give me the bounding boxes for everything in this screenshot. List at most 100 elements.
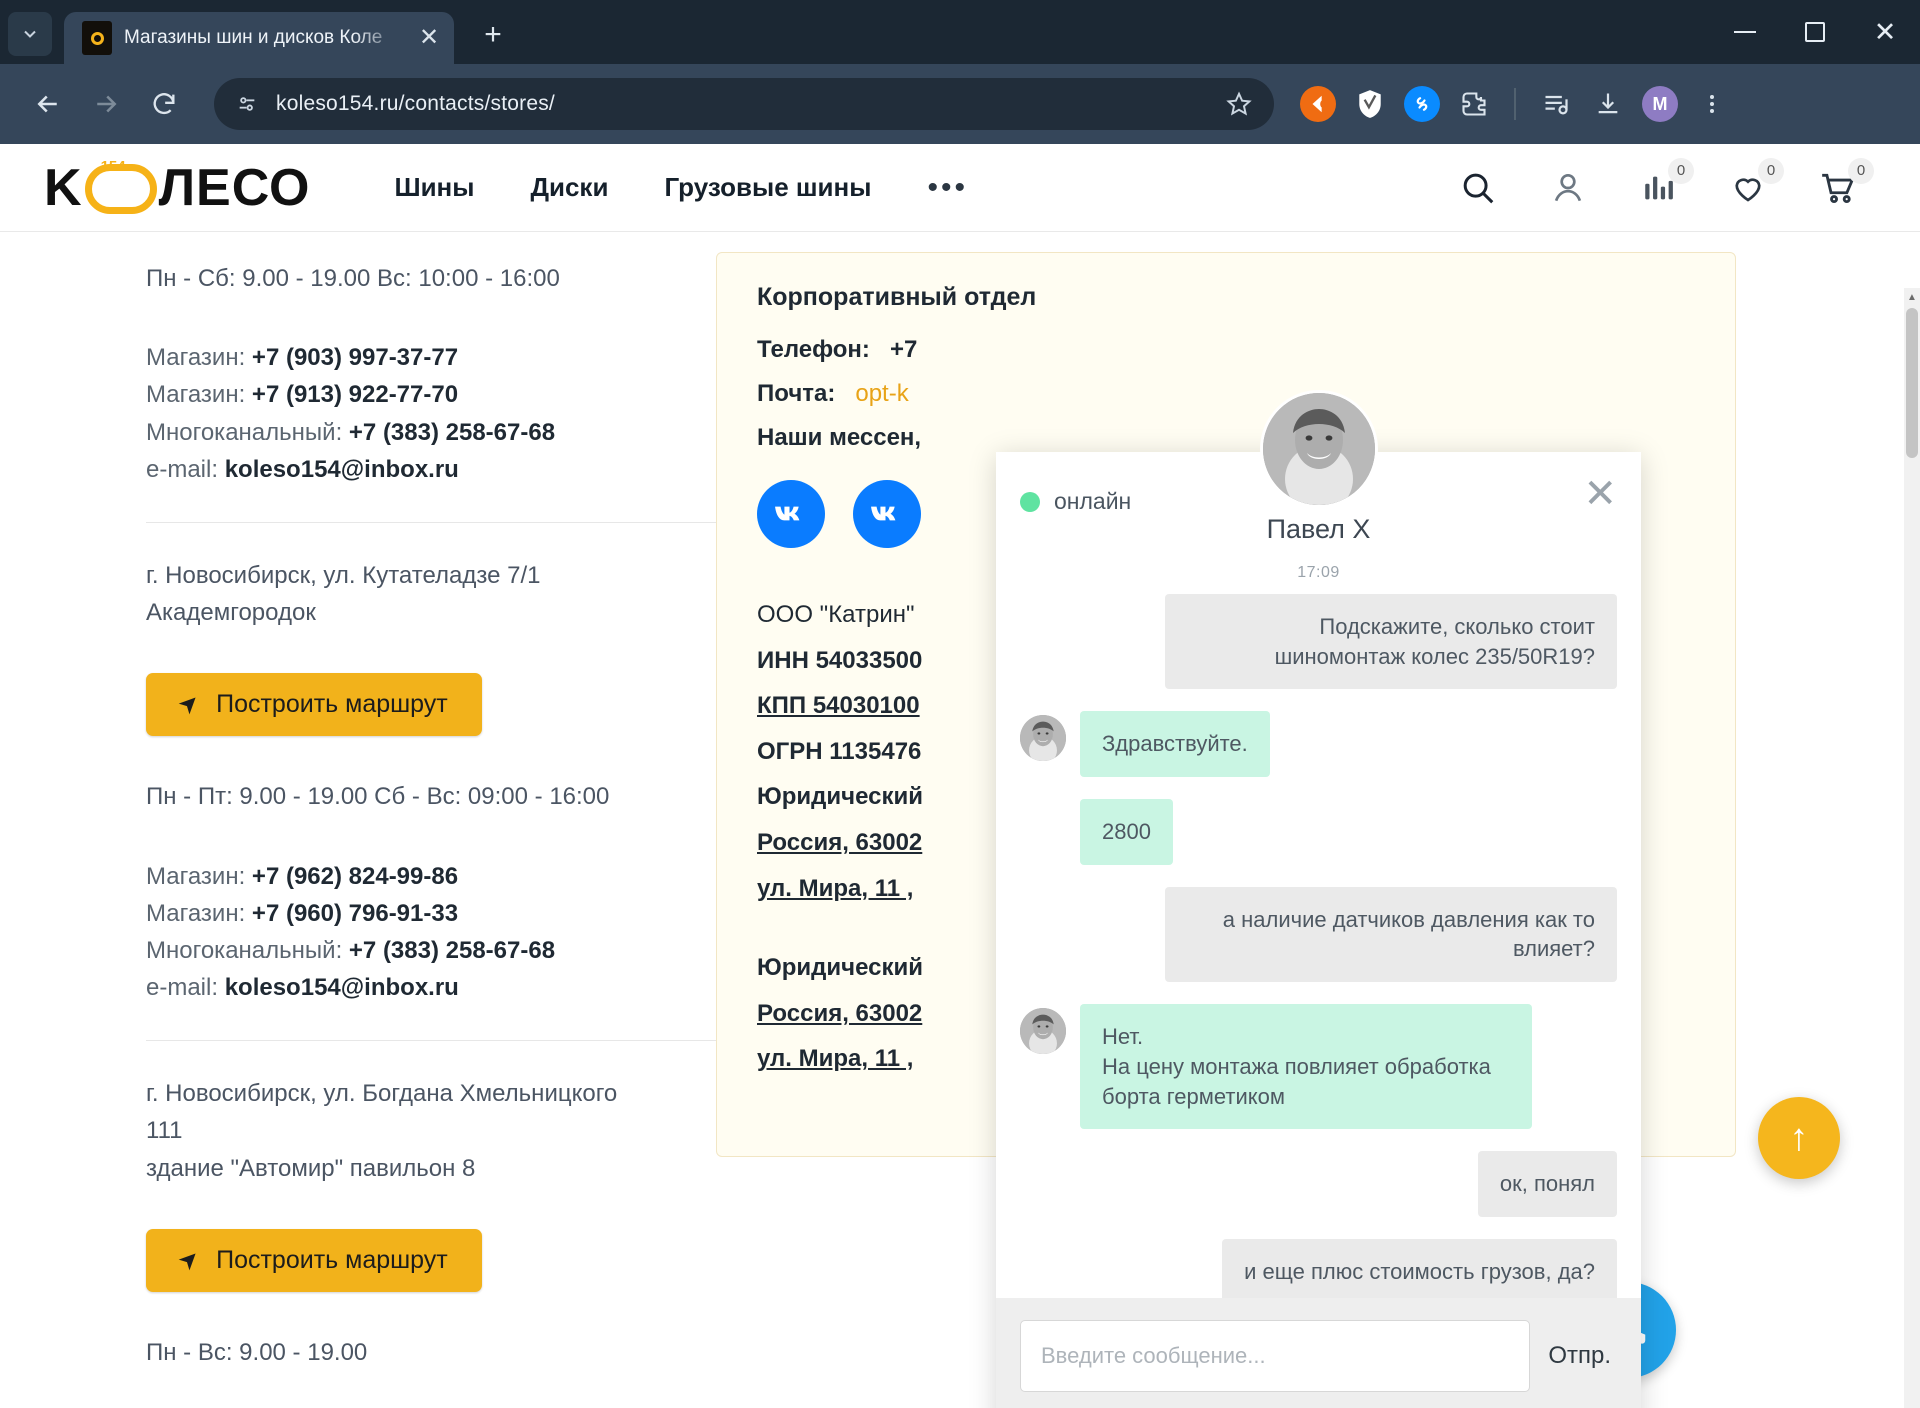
puzzle-extensions-icon[interactable]	[1456, 86, 1492, 122]
chat-send-button[interactable]: Отпр.	[1548, 1342, 1617, 1370]
build-route-button[interactable]: ➤ Построить маршрут	[146, 1228, 482, 1292]
chat-input-row: Отпр.	[1020, 1320, 1617, 1392]
chat-bubble-outgoing: и еще плюс стоимость грузов, да?	[1222, 1238, 1617, 1298]
chat-status: онлайн	[1020, 488, 1131, 515]
phone-value[interactable]: +7 (383) 258-67-68	[349, 937, 555, 964]
chat-widget: онлайн ✕ Павел Х 17:09 Подскажите, сколь…	[996, 390, 1641, 1408]
scroll-to-top-button[interactable]: ↑	[1758, 1097, 1840, 1179]
browser-window: Магазины шин и дисков Коле ✕ + ✕ koleso1…	[0, 0, 1920, 1408]
build-route-label: Построить маршрут	[216, 690, 448, 719]
requisite-line[interactable]: КПП 54030100	[757, 692, 920, 719]
vk-icon[interactable]	[757, 480, 825, 548]
site-logo[interactable]: K 154 ЛЕСО	[44, 158, 310, 218]
chat-messages[interactable]: Подскажите, сколько стоит шиномонтаж кол…	[996, 594, 1641, 1298]
browser-toolbar: koleso154.ru/contacts/stores/ М	[0, 64, 1920, 144]
chat-footer: Отпр. Технология Leadback	[996, 1298, 1641, 1408]
email-value[interactable]: koleso154@inbox.ru	[225, 974, 459, 1001]
email-value[interactable]: koleso154@inbox.ru	[225, 456, 459, 483]
compare-icon[interactable]: 0	[1636, 157, 1694, 210]
requisite-line[interactable]: Россия, 63002	[757, 829, 922, 856]
tab-favicon-icon	[82, 21, 112, 55]
chat-bubble-incoming: Здравствуйте.	[1080, 711, 1270, 778]
clickhouse-ext-icon[interactable]	[1300, 86, 1336, 122]
page-scrollbar[interactable]: ▲	[1904, 288, 1920, 1408]
phone-value[interactable]: +7 (960) 796-91-33	[252, 900, 458, 927]
store-phone-row: Магазин: +7 (960) 796-91-33	[146, 895, 636, 932]
tab-close-button[interactable]: ✕	[416, 26, 442, 50]
chat-message: Нет. На цену монтажа повлияет обработка …	[1020, 1004, 1617, 1130]
heart-icon[interactable]: 0	[1726, 157, 1784, 210]
logo-ring-icon: 154	[84, 158, 157, 214]
phone-value[interactable]: +7 (962) 824-99-86	[252, 863, 458, 890]
requisite-line[interactable]: ул. Мира, 11 ,	[757, 875, 913, 902]
phone-label: Магазин:	[146, 344, 246, 372]
requisite-line: Юридический	[757, 783, 923, 811]
nav-item-truck-tires[interactable]: Грузовые шины	[664, 172, 871, 203]
back-button[interactable]	[22, 78, 74, 130]
store-email-row: e-mail: koleso154@inbox.ru	[146, 451, 636, 488]
forward-button[interactable]	[80, 78, 132, 130]
close-icon: ✕	[1873, 16, 1897, 47]
new-tab-button[interactable]: +	[476, 20, 510, 50]
operator-avatar-small	[1020, 1008, 1066, 1055]
arrow-right-icon	[97, 95, 117, 113]
phone-label: Многоканальный:	[146, 418, 343, 446]
search-icon[interactable]	[1456, 166, 1500, 210]
nav-item-wheels[interactable]: Диски	[530, 172, 608, 203]
store-address-line: г. Новосибирск, ул. Богдана Хмельницкого…	[146, 1080, 618, 1145]
chat-message-input[interactable]	[1020, 1320, 1531, 1392]
scrollbar-thumb[interactable]	[1906, 308, 1918, 458]
chat-message: и еще плюс стоимость грузов, да?	[1020, 1238, 1617, 1298]
logo-leso: ЛЕСО	[158, 158, 311, 217]
chat-bubble-outgoing: а наличие датчиков давления как то влияе…	[1165, 886, 1617, 983]
store-email-row: e-mail: koleso154@inbox.ru	[146, 969, 636, 1006]
requisite-line[interactable]: Россия, 63002	[757, 1000, 922, 1027]
vivaldi-shield-icon[interactable]	[1352, 86, 1388, 122]
downloads-icon[interactable]	[1590, 86, 1626, 122]
corporate-phone-label: Телефон:	[757, 336, 870, 363]
store-phone-row: Магазин: +7 (913) 922-77-70	[146, 376, 636, 413]
toolbar-divider	[1514, 88, 1516, 120]
chat-message: а наличие датчиков давления как то влияе…	[1020, 886, 1617, 983]
corporate-mail-label: Почта:	[757, 380, 836, 407]
window-close-button[interactable]: ✕	[1850, 0, 1920, 64]
scrollbar-up-arrow[interactable]: ▲	[1904, 288, 1920, 306]
site-info-icon[interactable]	[232, 89, 262, 119]
media-list-icon[interactable]	[1538, 86, 1574, 122]
store-hours: Пн - Вс: 9.00 - 19.00	[146, 1338, 368, 1366]
address-bar[interactable]: koleso154.ru/contacts/stores/	[214, 78, 1274, 130]
browser-tab[interactable]: Магазины шин и дисков Коле ✕	[64, 12, 454, 64]
vk-icon[interactable]	[853, 480, 921, 548]
corporate-phone-value[interactable]: +7	[890, 336, 917, 363]
phone-value[interactable]: +7 (383) 258-67-68	[349, 419, 555, 446]
user-icon[interactable]	[1546, 166, 1590, 210]
menu-kebab-icon[interactable]	[1694, 86, 1730, 122]
phone-value[interactable]: +7 (903) 997-37-77	[252, 344, 458, 371]
requisite-line[interactable]: ул. Мира, 11 ,	[757, 1045, 913, 1072]
site-header: K 154 ЛЕСО Шины Диски Грузовые шины •••	[0, 144, 1920, 232]
navigation-arrow-icon: ➤	[172, 1242, 207, 1277]
profile-avatar[interactable]: М	[1642, 86, 1678, 122]
cart-icon[interactable]: 0	[1816, 157, 1874, 210]
nav-more-icon[interactable]: •••	[927, 171, 968, 205]
reload-button[interactable]	[138, 78, 190, 130]
chat-close-button[interactable]: ✕	[1583, 474, 1617, 514]
tab-title: Магазины шин и дисков Коле	[124, 27, 383, 48]
shazam-icon[interactable]	[1404, 86, 1440, 122]
corporate-messengers-label: Наши мессен,	[757, 424, 922, 451]
window-maximize-button[interactable]	[1780, 0, 1850, 64]
navigation-arrow-icon: ➤	[172, 687, 207, 721]
window-minimize-button[interactable]	[1710, 0, 1780, 64]
logo-number: 154	[100, 157, 126, 175]
build-route-button[interactable]: ➤ Построить маршрут	[146, 673, 482, 737]
requisite-line: ИНН 54033500	[757, 646, 923, 674]
nav-item-tires[interactable]: Шины	[394, 172, 474, 203]
chevron-down-icon	[24, 30, 36, 38]
tab-search-button[interactable]	[8, 12, 52, 56]
chat-header: онлайн ✕ Павел Х 17:09	[996, 390, 1641, 594]
corporate-title: Корпоративный отдел	[757, 283, 1037, 311]
bookmark-star-icon[interactable]	[1222, 91, 1256, 117]
corporate-mail-value[interactable]: opt-k	[855, 380, 908, 407]
phone-value[interactable]: +7 (913) 922-77-70	[252, 381, 458, 408]
chat-timestamp: 17:09	[1297, 564, 1340, 581]
